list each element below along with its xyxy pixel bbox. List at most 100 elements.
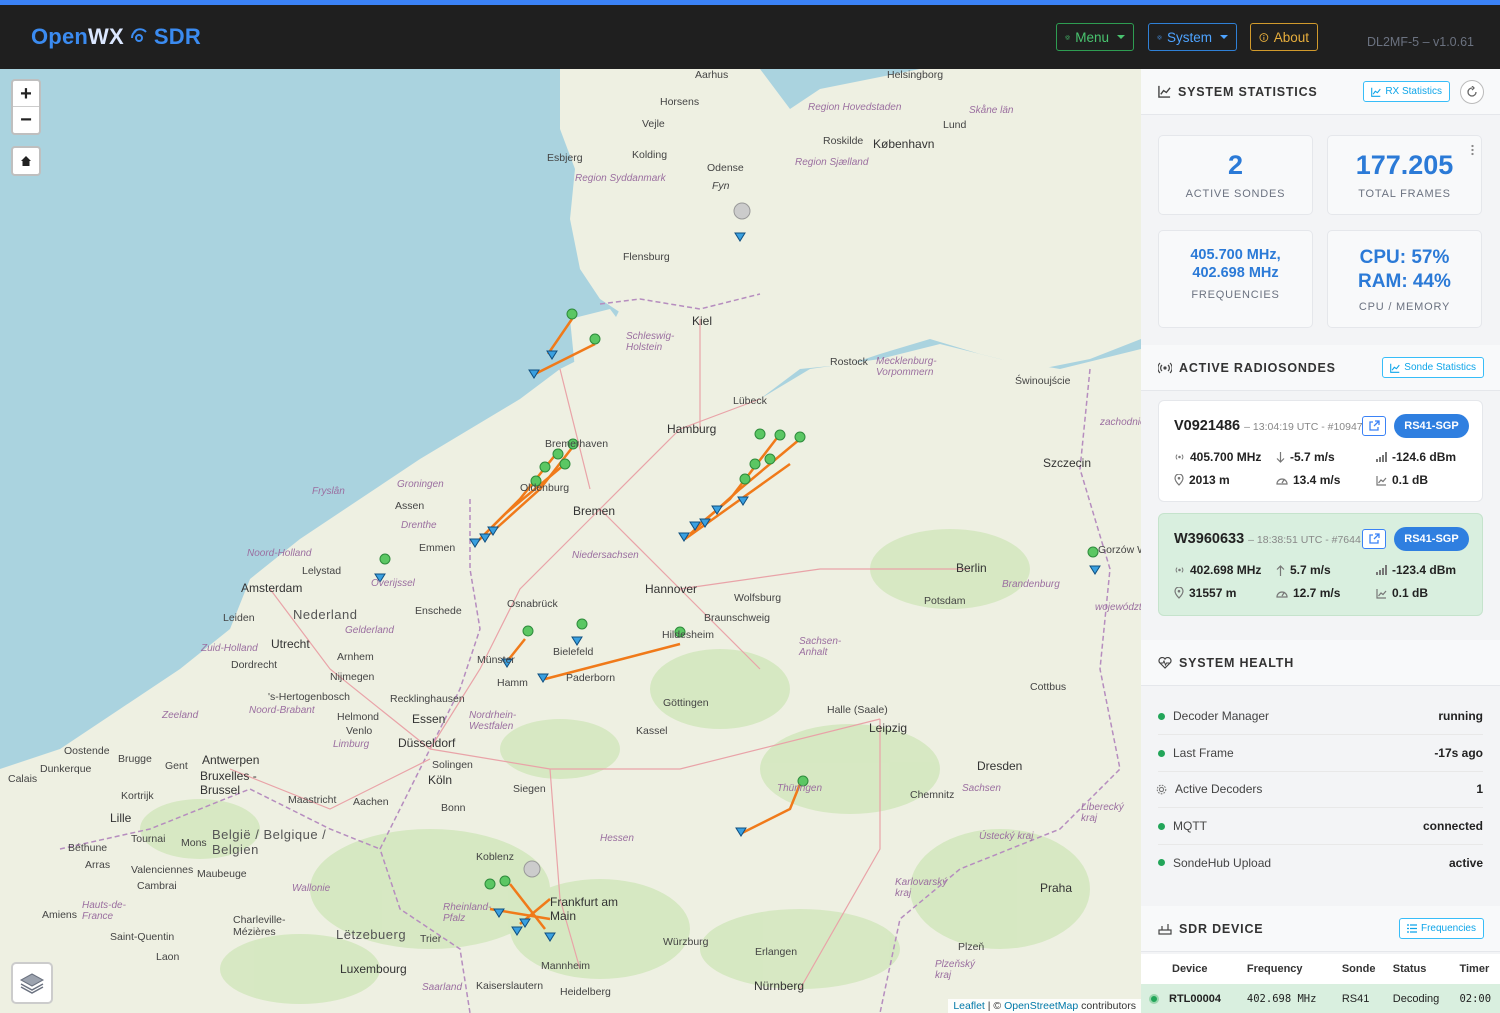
app-brand[interactable]: Open WX SDR (31, 24, 201, 50)
refresh-button[interactable] (1460, 80, 1484, 104)
sonde-type-badge: RS41-SGP (1394, 414, 1469, 438)
attribution-tail: contributors (1078, 1000, 1136, 1012)
map-label: Utrecht (271, 637, 310, 651)
cpu-memory-label: CPU / MEMORY (1358, 301, 1451, 313)
map-label: Leipzig (869, 721, 908, 735)
map-label: Overijssel (371, 578, 415, 589)
health-row: MQTT connected (1158, 808, 1483, 845)
health-value: 1 (1476, 782, 1483, 796)
map-label: Vejle (642, 118, 665, 130)
map-label: Limburg (333, 739, 370, 750)
map-label: Würzburg (663, 936, 709, 948)
sonde-frequency-value: 405.700 MHz (1190, 450, 1262, 464)
stat-frequencies: 405.700 MHz, 402.698 MHz FREQUENCIES (1158, 230, 1313, 328)
map-label: Solingen (432, 759, 473, 771)
map-label: Maastricht (288, 794, 337, 806)
sonde-snr: 0.1 dB (1376, 586, 1428, 600)
zoom-in-button[interactable]: + (13, 81, 39, 107)
map-label: Lund (943, 119, 967, 131)
map-label: Oldenburg (520, 482, 570, 494)
list-icon (1406, 924, 1417, 933)
rx-statistics-button[interactable]: RX Statistics (1363, 81, 1450, 102)
map-label: Świnoujście (1015, 375, 1071, 387)
menu-button[interactable]: Menu (1056, 23, 1134, 51)
system-button[interactable]: System (1148, 23, 1237, 51)
map-label: Düsseldorf (398, 736, 456, 750)
home-icon (21, 156, 31, 166)
chevron-down-icon (1117, 35, 1125, 39)
map-label: Arnhem (337, 651, 374, 663)
sonde-frequency-value: 402.698 MHz (1190, 563, 1262, 577)
map-label: Thüringen (777, 783, 823, 794)
stat-cpu-memory: CPU: 57% RAM: 44% CPU / MEMORY (1327, 230, 1482, 328)
sonde-horizontal-speed-value: 13.4 m/s (1293, 473, 1341, 487)
map-label: Hessen (600, 833, 634, 844)
health-label: Decoder Manager (1173, 709, 1270, 723)
about-button[interactable]: About (1250, 23, 1318, 51)
sonde-card[interactable]: V0921486 – 13:04:19 UTC - #10947 RS41-SG… (1158, 400, 1483, 502)
map-label: Plzeňský kraj (935, 959, 976, 981)
map-label: Ústecký kraj (979, 831, 1034, 842)
map-label: Mannheim (541, 960, 591, 972)
home-button[interactable] (11, 146, 41, 176)
map-label: Bremerhaven (545, 438, 609, 450)
signal-icon (1376, 565, 1387, 575)
antenna-icon (1158, 362, 1172, 373)
gear-icon (1065, 34, 1070, 40)
external-link-button[interactable] (1362, 529, 1386, 549)
map-label: Amiens (42, 909, 78, 921)
map-label: Enschede (415, 605, 462, 617)
sonde-meta: – 13:04:19 UTC - #10947 (1244, 421, 1363, 433)
health-row: Decoder Manager running (1158, 698, 1483, 735)
pin-icon (1174, 587, 1184, 599)
device-name: RTL00004 (1169, 993, 1221, 1005)
table-row[interactable]: RTL00004 402.698 MHz RS41 Decoding 02:00 (1141, 984, 1500, 1013)
leaflet-link[interactable]: Leaflet (953, 1000, 985, 1012)
sdr-table-header: Device Frequency Sonde Status Timer (1141, 954, 1500, 984)
external-link-button[interactable] (1362, 416, 1386, 436)
map-label: Groningen (397, 479, 444, 490)
attribution-sep: | © (984, 1000, 1005, 1012)
map-label: Lille (110, 811, 132, 825)
refresh-icon (1467, 86, 1477, 97)
zoom-out-button[interactable]: − (13, 107, 39, 133)
map-label: Nijmegen (330, 671, 375, 683)
map-label: Hamm (497, 677, 528, 689)
frequencies-button[interactable]: Frequencies (1398, 918, 1484, 939)
osm-link[interactable]: OpenStreetMap (1004, 1000, 1078, 1012)
heart-pulse-icon (1158, 656, 1172, 669)
sonde-horizontal-speed: 12.7 m/s (1276, 586, 1340, 600)
freq-value-1: 405.700 MHz, (1190, 247, 1281, 263)
sonde-statistics-button[interactable]: Sonde Statistics (1382, 357, 1484, 378)
layers-button[interactable] (11, 962, 53, 1004)
timer-cell: 02:00 (1451, 984, 1500, 1013)
sonde-vertical-speed: -5.7 m/s (1276, 450, 1335, 464)
chart-icon (1390, 363, 1400, 373)
map-label: Trier (420, 933, 442, 945)
map-label: Aachen (353, 796, 389, 808)
section-title: SYSTEM HEALTH (1179, 655, 1295, 670)
sonde-id: W3960633 – 18:38:51 UTC - #7644 (1174, 531, 1361, 547)
chevron-down-icon (1220, 35, 1228, 39)
map-label: Dresden (977, 759, 1023, 773)
map-label: Gent (165, 760, 188, 772)
sonde-card-active[interactable]: W3960633 – 18:38:51 UTC - #7644 RS41-SGP… (1158, 513, 1483, 616)
map-label: Rostock (830, 356, 868, 368)
map-view[interactable]: Aarhus Helsingborg Horsens Vejle Region … (0, 69, 1141, 1013)
column-header: Sonde (1333, 954, 1385, 984)
map-label: Hannover (645, 582, 698, 596)
kebab-icon[interactable] (1471, 144, 1474, 156)
sonde-cell: RS41 (1333, 984, 1385, 1013)
map-label: Rheinland-Pfalz (443, 902, 492, 924)
sdr-device-header: SDR DEVICE Frequencies (1141, 906, 1500, 952)
map-label: Aarhus (695, 69, 729, 81)
map-label: Amsterdam (241, 581, 303, 595)
sonde-altitude-value: 2013 m (1189, 473, 1230, 487)
column-header: Timer (1451, 954, 1500, 984)
sonde-statistics-label: Sonde Statistics (1404, 362, 1476, 373)
health-row: Last Frame -17s ago (1158, 735, 1483, 772)
map-label: Helmond (337, 711, 380, 723)
map-label: Brugge (118, 753, 152, 765)
map-label: Nederland (293, 607, 358, 622)
map-label: Frankfurt am Main (550, 895, 619, 923)
